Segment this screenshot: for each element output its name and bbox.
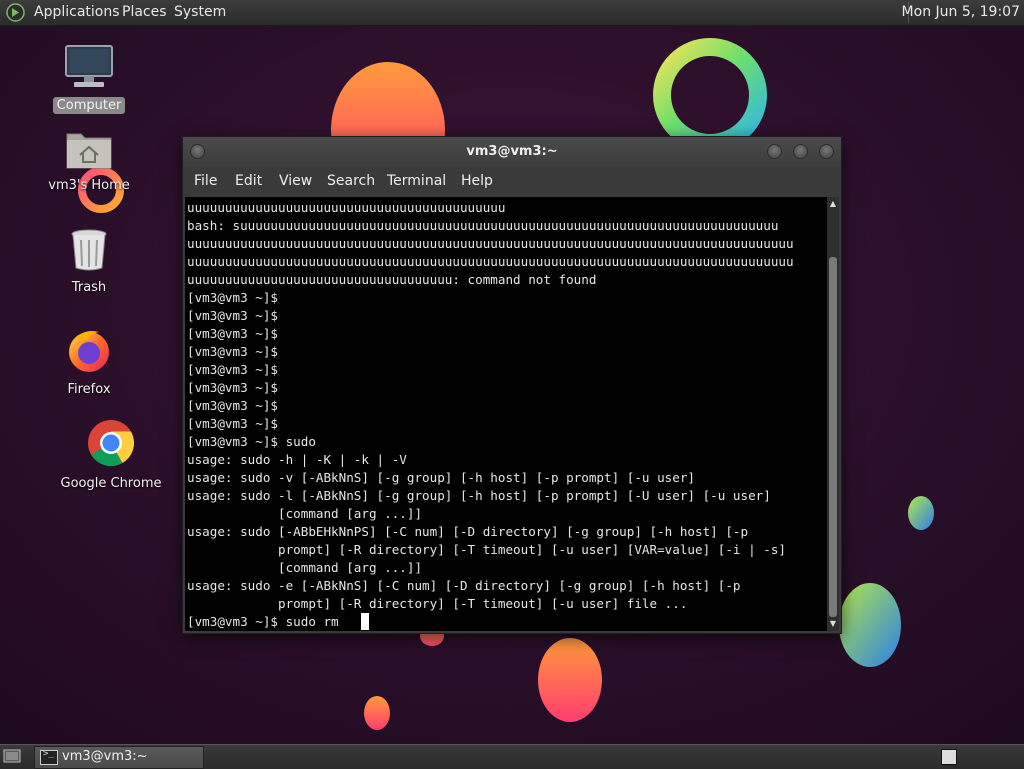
- terminal-line: [vm3@vm3 ~]$: [187, 290, 278, 305]
- computer-icon: [65, 45, 113, 87]
- terminal-line: [vm3@vm3 ~]$: [187, 326, 278, 341]
- terminal-line: [vm3@vm3 ~]$: [187, 416, 278, 431]
- terminal-line: usage: sudo [-ABbEHkNnPS] [-C num] [-D d…: [187, 524, 749, 539]
- terminal-output[interactable]: uuuuuuuuuuuuuuuuuuuuuuuuuuuuuuuuuuuuuuuu…: [185, 197, 827, 631]
- clock[interactable]: Mon Jun 5, 19:07: [902, 4, 1020, 20]
- taskbar-item-terminal[interactable]: >_ vm3@vm3:~: [34, 746, 204, 769]
- terminal-line: prompt] [-R directory] [-T timeout] [-u …: [187, 596, 688, 611]
- terminal-line: usage: sudo -h | -K | -k | -V: [187, 452, 407, 467]
- taskbar-item-label: vm3@vm3:~: [62, 749, 148, 764]
- chrome-icon: [88, 420, 134, 466]
- desktop-icon-firefox[interactable]: Firefox: [34, 326, 144, 398]
- desktop-icon-chrome[interactable]: Google Chrome: [56, 418, 166, 492]
- terminal-line: [vm3@vm3 ~]$: [187, 344, 278, 359]
- show-desktop-icon[interactable]: [3, 748, 21, 765]
- window-titlebar[interactable]: vm3@vm3:~: [183, 137, 841, 167]
- desktop-icon-computer[interactable]: Computer: [34, 44, 144, 114]
- menu-applications[interactable]: Applications: [34, 4, 120, 20]
- text-cursor: [361, 613, 370, 630]
- terminal-window[interactable]: vm3@vm3:~ File Edit View Search Terminal…: [182, 136, 842, 634]
- close-icon[interactable]: [819, 144, 834, 159]
- terminal-line: [vm3@vm3 ~]$ sudo: [187, 434, 316, 449]
- desktop-icon-label: Computer: [52, 97, 126, 114]
- menu-file[interactable]: File: [194, 173, 217, 189]
- desktop-icon-label: Google Chrome: [60, 476, 162, 491]
- menu-view[interactable]: View: [279, 173, 312, 189]
- terminal-line: uuuuuuuuuuuuuuuuuuuuuuuuuuuuuuuuuuuuuuuu…: [187, 236, 794, 251]
- desktop-icon-label: Firefox: [67, 382, 111, 397]
- firefox-icon: [69, 331, 109, 372]
- desktop-icon-home[interactable]: vm3's Home: [34, 128, 144, 194]
- terminal-line: bash: suuuuuuuuuuuuuuuuuuuuuuuuuuuuuuuuu…: [187, 218, 779, 233]
- desktop-icon-label: Trash: [71, 280, 107, 295]
- terminal-line: uuuuuuuuuuuuuuuuuuuuuuuuuuuuuuuuuuuuuuuu…: [187, 200, 506, 215]
- maximize-icon[interactable]: [793, 144, 808, 159]
- terminal-icon: >_: [40, 749, 58, 765]
- terminal-line: [vm3@vm3 ~]$: [187, 362, 278, 377]
- terminal-scrollbar[interactable]: ▲ ▼: [827, 197, 839, 631]
- menu-search[interactable]: Search: [327, 173, 375, 189]
- home-folder-icon: [66, 133, 112, 169]
- menu-help[interactable]: Help: [461, 173, 493, 189]
- scroll-down-icon[interactable]: ▼: [827, 619, 839, 629]
- terminal-lines: uuuuuuuuuuuuuuuuuuuuuuuuuuuuuuuuuuuuuuuu…: [185, 197, 827, 631]
- desktop-icon-label: vm3's Home: [48, 178, 130, 193]
- terminal-line: [command [arg ...]]: [187, 560, 423, 575]
- workspace-switcher[interactable]: [941, 749, 957, 765]
- scroll-up-icon[interactable]: ▲: [827, 199, 839, 209]
- window-title: vm3@vm3:~: [466, 144, 558, 159]
- terminal-line: uuuuuuuuuuuuuuuuuuuuuuuuuuuuuuuuuuuuuuuu…: [187, 254, 794, 269]
- menu-terminal[interactable]: Terminal: [387, 173, 446, 189]
- menu-places[interactable]: Places: [122, 4, 167, 20]
- menu-edit[interactable]: Edit: [235, 173, 262, 189]
- terminal-line: [command [arg ...]]: [187, 506, 423, 521]
- desktop-icon-trash[interactable]: Trash: [34, 228, 144, 296]
- menu-system[interactable]: System: [174, 4, 226, 20]
- terminal-menubar: File Edit View Search Terminal Help: [183, 168, 841, 196]
- terminal-line: usage: sudo -v [-ABkNnS] [-g group] [-h …: [187, 470, 695, 485]
- terminal-line: usage: sudo -e [-ABkNnS] [-C num] [-D di…: [187, 578, 741, 593]
- minimize-icon[interactable]: [767, 144, 782, 159]
- terminal-line: [vm3@vm3 ~]$: [187, 398, 278, 413]
- distro-logo-icon[interactable]: [6, 3, 25, 22]
- trash-icon: [71, 229, 107, 271]
- terminal-input-line[interactable]: [vm3@vm3 ~]$ sudo rm: [187, 614, 361, 629]
- terminal-line: prompt] [-R directory] [-T timeout] [-u …: [187, 542, 786, 557]
- terminal-line: [vm3@vm3 ~]$: [187, 380, 278, 395]
- bottom-panel: >_ vm3@vm3:~: [0, 744, 1024, 769]
- terminal-line: usage: sudo -l [-ABkNnS] [-g group] [-h …: [187, 488, 771, 503]
- terminal-line: [vm3@vm3 ~]$: [187, 308, 278, 323]
- top-panel: Applications Places System Mon Jun 5, 19…: [0, 0, 1024, 26]
- terminal-line: uuuuuuuuuuuuuuuuuuuuuuuuuuuuuuuuuuu: com…: [187, 272, 597, 287]
- scrollbar-thumb[interactable]: [829, 257, 837, 617]
